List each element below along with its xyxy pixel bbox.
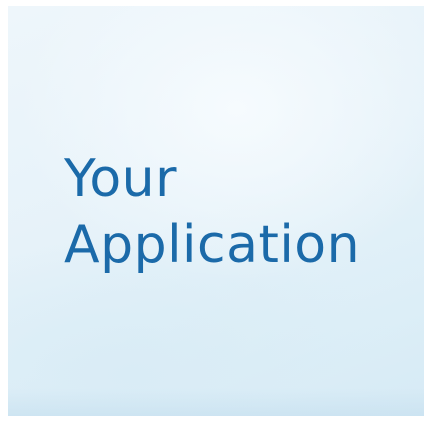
card-title-line-1: Your: [64, 149, 178, 209]
card-title: Your Application: [64, 146, 360, 278]
application-card: Your Application: [8, 6, 424, 416]
card-title-line-2: Application: [64, 215, 361, 275]
card-bottom-shading: [8, 388, 424, 416]
